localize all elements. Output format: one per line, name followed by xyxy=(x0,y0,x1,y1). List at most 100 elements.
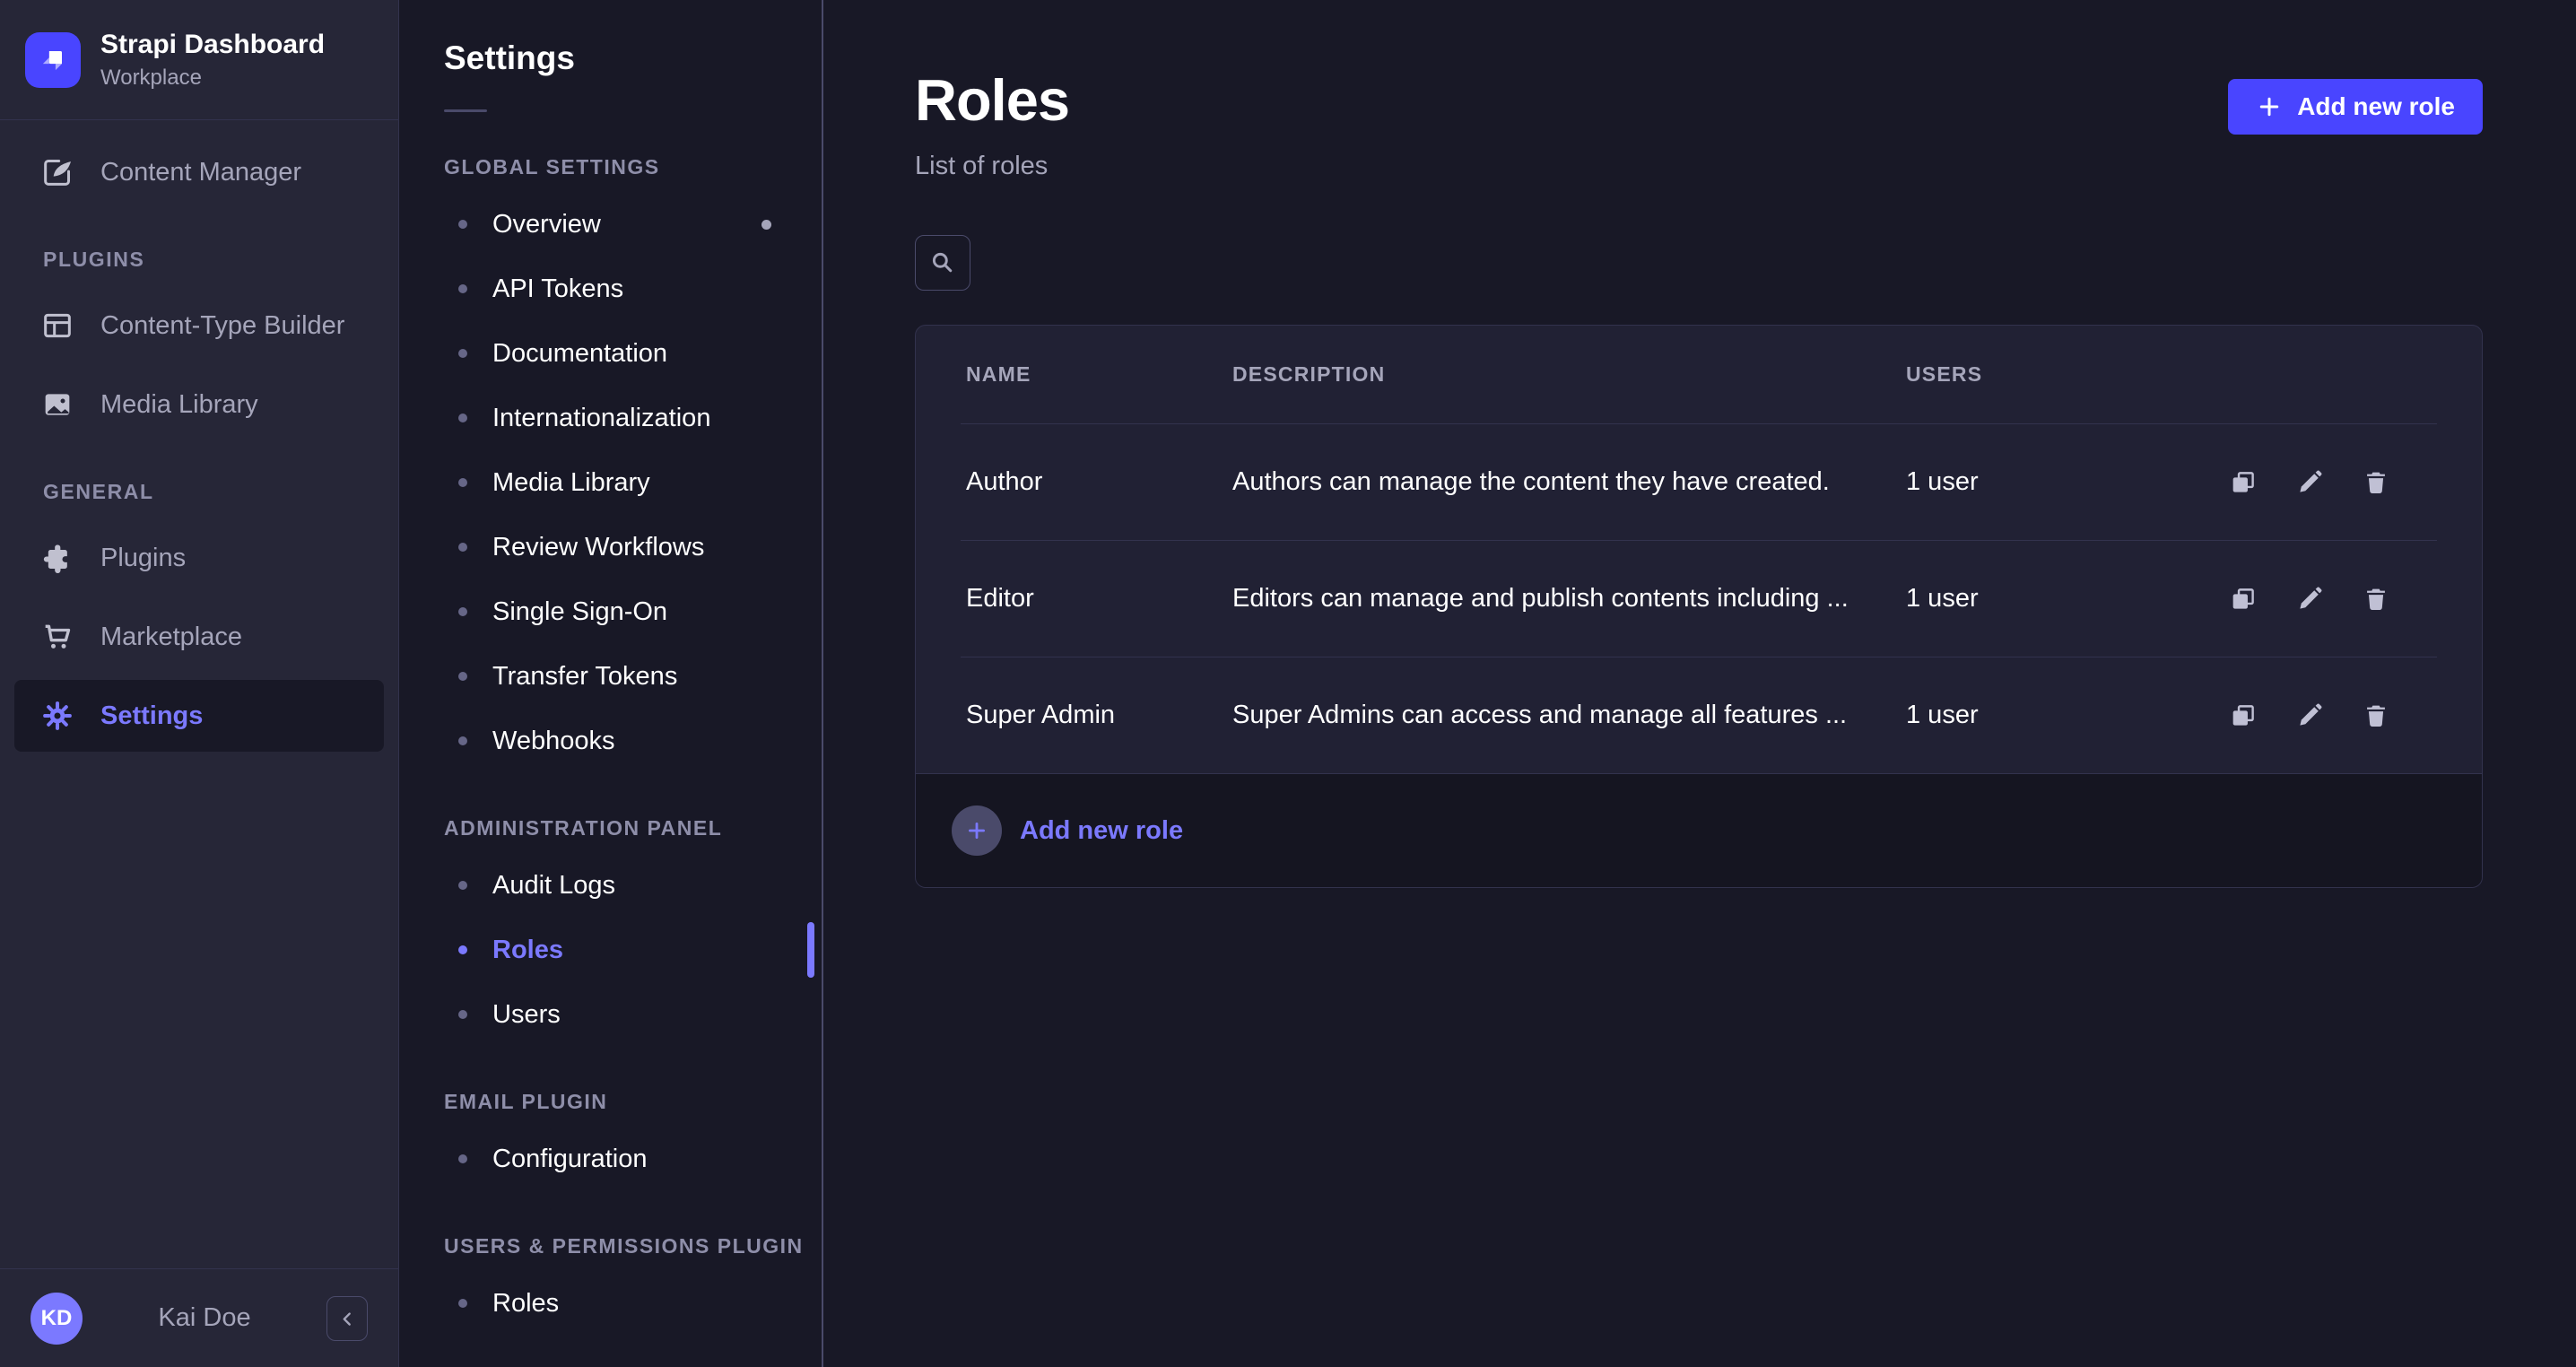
sidebar-section-general: GENERAL xyxy=(43,480,398,504)
content-manager-icon xyxy=(39,154,75,190)
roles-table: NAME DESCRIPTION USERS Author Authors ca… xyxy=(915,325,2483,888)
bullet-icon xyxy=(458,220,467,229)
delete-button[interactable] xyxy=(2356,463,2396,502)
sidebar-item-marketplace[interactable]: Marketplace xyxy=(0,597,398,676)
page-subtitle: List of roles xyxy=(915,152,1069,181)
search-icon xyxy=(928,248,957,277)
sidebar-item-content-type-builder[interactable]: Content-Type Builder xyxy=(0,286,398,365)
bullet-icon xyxy=(458,414,467,422)
media-library-icon xyxy=(39,387,75,422)
bullet-icon xyxy=(458,1154,467,1163)
subnav-section-email-plugin: EMAIL PLUGIN xyxy=(444,1090,822,1114)
delete-button[interactable] xyxy=(2356,696,2396,736)
delete-icon xyxy=(2361,467,2391,498)
subnav-item-media-library[interactable]: Media Library xyxy=(399,450,822,515)
subnav-item-users[interactable]: Users xyxy=(399,982,822,1047)
subnav-item-label: Audit Logs xyxy=(492,871,615,901)
subnav-item-documentation[interactable]: Documentation xyxy=(399,321,822,386)
subnav-section-administration-panel: ADMINISTRATION PANEL xyxy=(444,816,822,840)
table-row[interactable]: Editor Editors can manage and publish co… xyxy=(916,541,2482,657)
subnav-item-label: API Tokens xyxy=(492,274,623,304)
delete-icon xyxy=(2361,701,2391,731)
sidebar-item-content-manager[interactable]: Content Manager xyxy=(0,133,398,212)
subnav-item-label: Media Library xyxy=(492,468,650,498)
subnav-item-label: Review Workflows xyxy=(492,533,704,562)
role-name: Editor xyxy=(966,584,1232,614)
add-new-role-footer-label[interactable]: Add new role xyxy=(1020,816,1183,846)
sidebar-item-settings[interactable]: Settings xyxy=(14,680,384,752)
subnav-title: Settings xyxy=(444,39,822,77)
page-title: Roles xyxy=(915,66,1069,134)
delete-button[interactable] xyxy=(2356,579,2396,619)
subnav-item-label: Roles xyxy=(492,1289,559,1319)
sidebar-item-media-library[interactable]: Media Library xyxy=(0,365,398,444)
row-actions xyxy=(2224,463,2396,502)
subnav-item-transfer-tokens[interactable]: Transfer Tokens xyxy=(399,644,822,709)
sidebar-item-label: Content-Type Builder xyxy=(100,311,344,341)
subnav-section-global-settings: GLOBAL SETTINGS xyxy=(444,155,822,179)
bullet-icon xyxy=(458,881,467,890)
gear-icon xyxy=(39,698,75,734)
add-new-role-button[interactable]: Add new role xyxy=(2228,79,2483,135)
add-new-role-footer-button[interactable] xyxy=(952,805,1002,856)
table-row[interactable]: Author Authors can manage the content th… xyxy=(916,424,2482,540)
plus-icon xyxy=(965,819,988,842)
subnav-item-label: Configuration xyxy=(492,1145,648,1174)
content-type-builder-icon xyxy=(39,308,75,344)
table-row[interactable]: Super Admin Super Admins can access and … xyxy=(916,657,2482,773)
role-description: Super Admins can access and manage all f… xyxy=(1232,701,1906,730)
sidebar-item-label: Media Library xyxy=(100,390,258,420)
user-name: Kai Doe xyxy=(83,1303,326,1333)
subnav-item-roles[interactable]: Roles xyxy=(399,918,822,982)
subnav-item-single-sign-on[interactable]: Single Sign-On xyxy=(399,579,822,644)
strapi-logo-icon xyxy=(25,32,81,88)
row-actions xyxy=(2224,579,2396,619)
subnav-item-internationalization[interactable]: Internationalization xyxy=(399,386,822,450)
notification-dot xyxy=(761,220,771,230)
brand-subtitle: Workplace xyxy=(100,65,325,91)
subnav-item-webhooks[interactable]: Webhooks xyxy=(399,709,822,773)
subnav-item-review-workflows[interactable]: Review Workflows xyxy=(399,515,822,579)
duplicate-icon xyxy=(2228,701,2258,731)
add-new-role-label: Add new role xyxy=(2297,92,2455,121)
subnav-item-label: Documentation xyxy=(492,339,667,369)
bullet-icon xyxy=(458,607,467,616)
search-button[interactable] xyxy=(915,235,970,291)
collapse-sidebar-button[interactable] xyxy=(326,1296,368,1341)
subnav-item-audit-logs[interactable]: Audit Logs xyxy=(399,853,822,918)
subnav-item-label: Roles xyxy=(492,936,563,965)
bullet-icon xyxy=(458,672,467,681)
user-bar: KD Kai Doe xyxy=(0,1268,398,1367)
subnav-item-configuration[interactable]: Configuration xyxy=(399,1127,822,1191)
subnav-item-up-roles[interactable]: Roles xyxy=(399,1271,822,1336)
duplicate-button[interactable] xyxy=(2224,579,2263,619)
delete-icon xyxy=(2361,584,2391,614)
role-description: Authors can manage the content they have… xyxy=(1232,467,1906,497)
edit-button[interactable] xyxy=(2290,463,2329,502)
bullet-icon xyxy=(458,349,467,358)
avatar: KD xyxy=(30,1293,83,1345)
chevron-left-icon xyxy=(335,1307,359,1330)
puzzle-icon xyxy=(39,540,75,576)
subnav-item-overview[interactable]: Overview xyxy=(399,192,822,257)
edit-button[interactable] xyxy=(2290,696,2329,736)
bullet-icon xyxy=(458,284,467,293)
sidebar-nav-items: Content Manager PLUGINS Content-Type Bui… xyxy=(0,120,398,1268)
sidebar-section-plugins: PLUGINS xyxy=(43,248,398,272)
brand-title: Strapi Dashboard xyxy=(100,30,325,60)
subnav-item-label: Transfer Tokens xyxy=(492,662,677,692)
duplicate-button[interactable] xyxy=(2224,696,2263,736)
subnav-section-users-permissions-plugin: USERS & PERMISSIONS PLUGIN xyxy=(444,1234,822,1258)
edit-icon xyxy=(2294,701,2325,731)
edit-button[interactable] xyxy=(2290,579,2329,619)
subnav-item-label: Webhooks xyxy=(492,727,615,756)
role-users-count: 1 user xyxy=(1906,584,2224,614)
role-users-count: 1 user xyxy=(1906,467,2224,497)
subnav-item-api-tokens[interactable]: API Tokens xyxy=(399,257,822,321)
sidebar-item-plugins[interactable]: Plugins xyxy=(0,518,398,597)
duplicate-button[interactable] xyxy=(2224,463,2263,502)
cart-icon xyxy=(39,619,75,655)
bullet-icon xyxy=(458,1010,467,1019)
row-actions xyxy=(2224,696,2396,736)
sidebar-item-label: Settings xyxy=(100,701,203,731)
